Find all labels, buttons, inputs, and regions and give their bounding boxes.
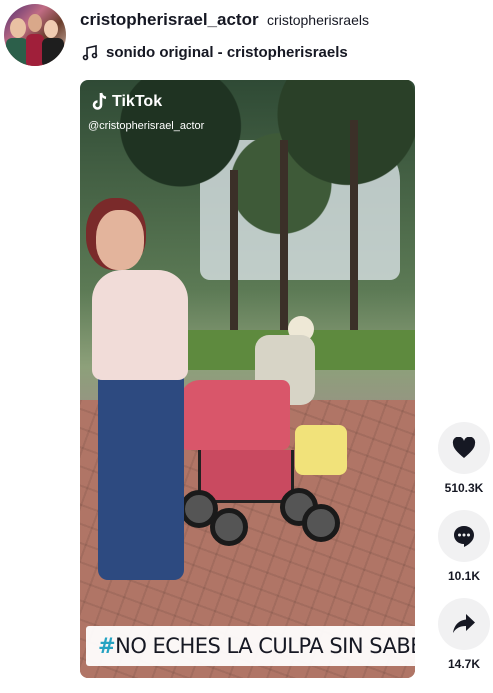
video-caption: #NO ECHES LA CULPA SIN SABER xyxy=(86,626,415,666)
video-player[interactable]: TikTok @cristopherisrael_actor #NO ECHES… xyxy=(80,80,415,678)
share-button[interactable] xyxy=(438,598,490,650)
comment-count: 10.1K xyxy=(447,569,481,583)
caption-hashtag: # xyxy=(98,634,116,658)
comment-action[interactable]: 10.1K xyxy=(436,510,492,583)
share-count: 14.7K xyxy=(447,657,481,671)
caption-text: NO ECHES LA CULPA SIN SABER xyxy=(115,634,415,658)
author-avatar[interactable] xyxy=(4,4,66,66)
like-button[interactable] xyxy=(438,422,490,474)
music-title: sonido original - cristopherisraels xyxy=(106,44,348,61)
comment-button[interactable] xyxy=(438,510,490,562)
video-watermark: @cristopherisrael_actor xyxy=(88,120,205,132)
music-row[interactable]: sonido original - cristopherisraels xyxy=(82,44,348,61)
music-note-icon xyxy=(82,44,98,60)
comment-bubble-icon xyxy=(454,526,474,547)
tiktok-brand-label: TikTok xyxy=(112,93,163,110)
tiktok-brand: TikTok xyxy=(90,92,162,112)
like-action[interactable]: 510.3K xyxy=(436,422,492,495)
tiktok-logo-icon xyxy=(92,92,107,110)
share-action[interactable]: 14.7K xyxy=(436,598,492,671)
author-username[interactable]: cristopherisrael_actor xyxy=(80,10,259,29)
like-count: 510.3K xyxy=(444,481,484,495)
heart-icon xyxy=(452,437,476,458)
author-info: cristopherisrael_actor cristopherisraels xyxy=(80,10,369,30)
author-handle[interactable]: cristopherisraels xyxy=(267,12,369,28)
share-arrow-icon xyxy=(453,614,475,633)
